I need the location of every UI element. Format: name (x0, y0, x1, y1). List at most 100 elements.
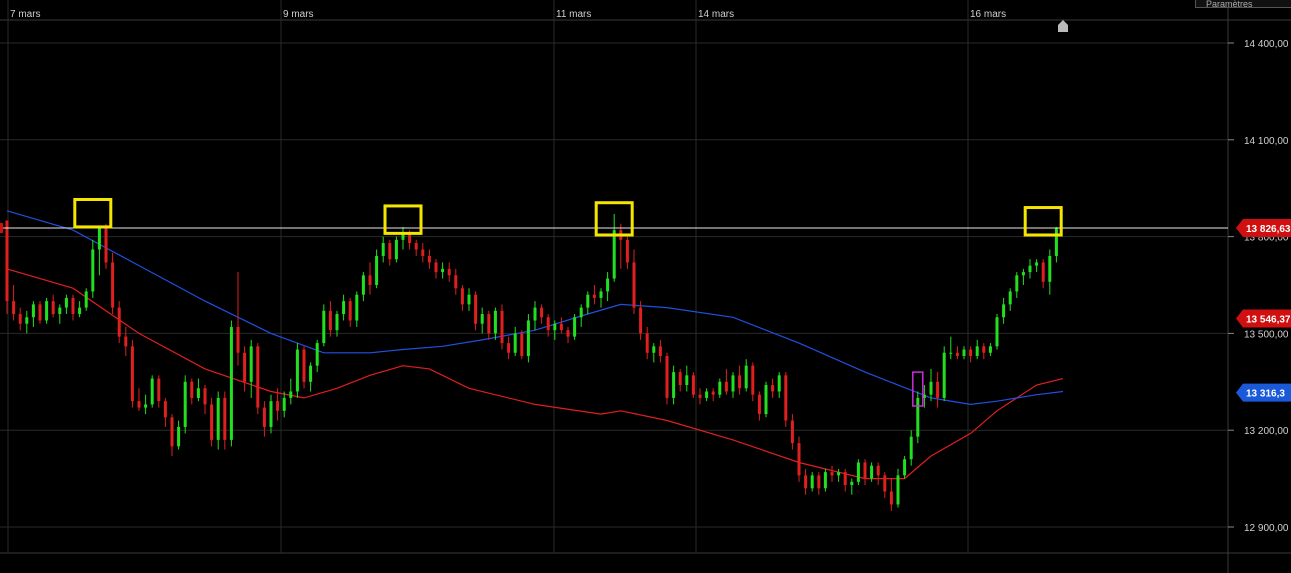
candle-body (269, 401, 273, 427)
candle-body (262, 407, 266, 427)
candle-body (163, 401, 167, 418)
candle-body (909, 436, 913, 460)
candle-body (817, 475, 821, 489)
candle-body (988, 346, 992, 353)
candle-body (368, 275, 372, 285)
candle-body (678, 372, 682, 386)
candle-body (586, 294, 590, 308)
candle-body (513, 333, 517, 353)
candle-body (738, 375, 742, 389)
candle-body (355, 294, 359, 321)
candle-body (579, 307, 583, 318)
candle-body (474, 294, 478, 324)
candle (500, 304, 504, 350)
candle (903, 456, 907, 479)
candle-body (804, 475, 808, 489)
candle-body (170, 417, 174, 447)
candle-body (790, 420, 794, 444)
candle-body (705, 391, 709, 398)
x-tick-label: 9 mars (283, 9, 314, 20)
candle-body (876, 465, 880, 476)
candle-body (183, 381, 187, 427)
candle-body (830, 472, 834, 476)
candle-body (487, 314, 491, 334)
scroll-end-icon[interactable] (1057, 19, 1069, 33)
candle-body (18, 314, 22, 324)
candle-body (467, 294, 471, 305)
candle-body (150, 378, 154, 405)
candle-body (751, 365, 755, 395)
candle-body (289, 391, 293, 398)
candle-body (493, 310, 497, 334)
candle-body (929, 381, 933, 395)
candle-body (203, 388, 207, 405)
candle-body (322, 310, 326, 344)
candle-body (454, 275, 458, 289)
candle-body (592, 294, 596, 298)
candle-body (441, 268, 445, 273)
candle-body (837, 472, 841, 476)
candle (526, 314, 530, 363)
candle-body (612, 230, 616, 279)
candle-body (315, 343, 319, 366)
candle-body (1035, 262, 1039, 266)
candle-body (566, 330, 570, 337)
candle-body (361, 275, 365, 295)
candle-body (45, 301, 49, 321)
candle-body (764, 385, 768, 415)
candle-body (421, 249, 425, 256)
candle-body (995, 317, 999, 347)
candle (38, 301, 42, 324)
candle-body (348, 301, 352, 321)
candle-body (863, 462, 867, 479)
y-tick-label: 12 900,00 (1244, 523, 1289, 534)
candle-body (652, 346, 656, 353)
settings-tab[interactable]: Paramètres (1195, 0, 1291, 8)
candle (784, 372, 788, 427)
candle-body (196, 388, 200, 398)
candle-body (1002, 304, 1006, 318)
candle (84, 288, 88, 311)
candle-body (210, 404, 214, 440)
candle-body (342, 301, 346, 315)
x-tick-label: 14 mars (698, 9, 734, 20)
candle-body (1015, 275, 1019, 292)
candle-body (856, 462, 860, 482)
candle (229, 320, 233, 447)
price-chart[interactable]: 7 mars 9 mars 11 mars 14 mars 16 mars 14 400… (0, 0, 1291, 573)
candle-body (573, 317, 577, 337)
candle-body (51, 301, 55, 315)
candle-body (500, 310, 504, 344)
candle-body (507, 343, 511, 353)
candle (256, 343, 260, 415)
candle-body (559, 323, 563, 331)
candle-body (850, 481, 854, 486)
candle (764, 381, 768, 418)
candle-body (1028, 265, 1032, 273)
candle-body (757, 394, 761, 415)
candle-body (157, 378, 161, 402)
candle-body (394, 239, 398, 260)
candle-body (91, 249, 95, 292)
candle-body (632, 262, 636, 308)
candle-body (78, 307, 82, 315)
candle-body (104, 226, 108, 263)
candle-body (889, 491, 893, 505)
price-label-text: 13 316,3 (1246, 389, 1285, 400)
candle-body (295, 349, 299, 392)
candle (995, 314, 999, 350)
candle-body (388, 243, 392, 260)
candle-body (955, 352, 959, 356)
candle-body (31, 304, 35, 318)
candle-body (639, 307, 643, 334)
price-label: 13 316,3 (1236, 383, 1291, 402)
candle-body (5, 220, 9, 302)
candle-body (1021, 272, 1025, 276)
price-label: 13 546,37 (1236, 309, 1291, 328)
candle-body (256, 346, 260, 408)
candle-body (124, 336, 128, 347)
left-price-tick (0, 223, 3, 234)
candle-body (520, 333, 524, 356)
candle-body (216, 397, 220, 440)
candle-body (777, 375, 781, 392)
